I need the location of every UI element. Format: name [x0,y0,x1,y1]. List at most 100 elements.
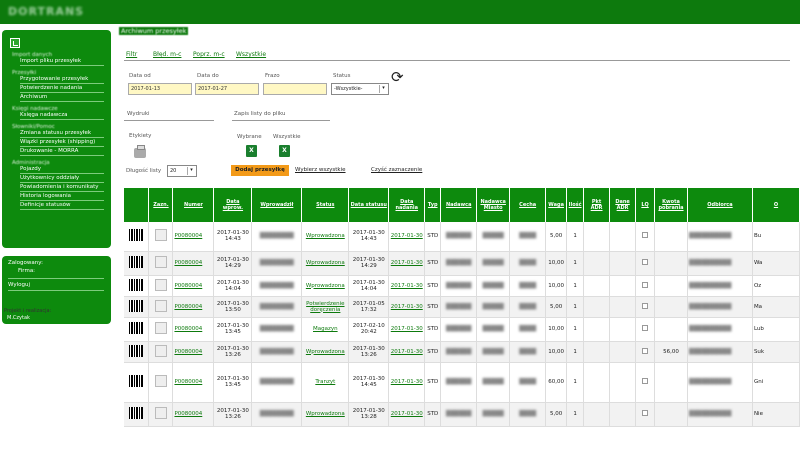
table-row[interactable]: P0080004 2017-01-30 14:04 ████████ Wprowadz… [124,275,800,297]
date-to-input[interactable]: 2017-01-27 [195,83,259,95]
barcode-icon[interactable] [129,256,144,268]
sidebar-item[interactable]: Import pliku przesyłek [20,58,104,66]
sidebar-item[interactable]: Księga nadawcza [20,112,104,120]
row-checkbox[interactable] [154,407,167,419]
sidebar-item[interactable]: Potwierdzenie nadania [20,85,104,93]
column-header[interactable]: Ilość [566,188,585,222]
barcode-cell[interactable] [124,317,150,342]
clear-selection-link[interactable]: Czyść zaznaczenie [371,167,422,173]
send-date-cell[interactable]: 2017-01-30 [388,362,426,403]
date-from-input[interactable]: 2017-01-13 [128,83,192,95]
table-row[interactable]: P0080004 2017-01-30 13:45 ████████ Tranzyt 2… [124,362,800,403]
select-cell[interactable] [148,296,174,318]
row-checkbox[interactable] [154,256,167,268]
sidebar-item[interactable]: Drukowanie - MORRA [20,148,104,156]
column-header[interactable]: Status [301,188,350,222]
sidebar-item[interactable]: Historia logowania [20,193,104,201]
lq-cell[interactable] [635,317,656,342]
barcode-icon[interactable] [129,375,144,387]
barcode-cell[interactable] [124,222,150,252]
select-cell[interactable] [148,341,174,363]
lq-checkbox[interactable] [642,378,649,384]
select-all-link[interactable]: Wybierz wszystkie [295,167,346,173]
column-header[interactable]: Wprowadził [251,188,303,222]
sidebar-item[interactable]: Archiwum [20,94,104,102]
number-cell[interactable]: P0080004 [172,222,215,252]
table-row[interactable]: P0080004 2017-01-30 14:43 ████████ Wprowadz… [124,222,800,252]
add-shipment-button[interactable]: Dodaj przesyłkę [231,165,289,176]
printer-icon[interactable] [134,145,146,158]
lq-cell[interactable] [635,341,656,363]
filter-current-month[interactable]: Błęd. m-c [153,51,181,58]
lq-cell[interactable] [635,222,656,252]
sidebar-item[interactable]: Powiadomienia i komunikaty [20,184,104,192]
column-header[interactable]: Data statusu [348,188,390,222]
barcode-cell[interactable] [124,402,150,427]
logout-link[interactable]: Wyloguj [8,282,30,288]
collapse-icon[interactable] [10,38,20,48]
row-checkbox[interactable] [154,375,167,387]
sidebar-item[interactable]: Użytkownicy oddziały [20,175,104,183]
table-row[interactable]: P0080004 2017-01-30 13:26 ████████ Wprowadz… [124,341,800,363]
column-header[interactable]: Dane ADR [609,188,637,222]
filter-all[interactable]: Wszystkie [236,51,266,58]
row-checkbox[interactable] [154,229,167,242]
sidebar-item[interactable]: Definicje statusów [20,202,104,210]
filter-previous-month[interactable]: Poprz. m-c [193,51,225,58]
number-cell[interactable]: P0080004 [172,402,215,427]
status-cell[interactable]: Wprowadzona [301,222,350,252]
number-cell[interactable]: P0080004 [172,362,215,403]
table-row[interactable]: P0080004 2017-01-30 14:29 ████████ Wprowadz… [124,251,800,276]
barcode-icon[interactable] [129,299,144,312]
sidebar-item[interactable]: Przygotowanie przesyłek [20,76,104,84]
column-header[interactable]: Kwota pobrania [654,188,688,222]
lq-cell[interactable] [635,251,656,276]
barcode-cell[interactable] [124,362,150,403]
barcode-icon[interactable] [129,229,144,242]
barcode-cell[interactable] [124,296,150,318]
barcode-cell[interactable] [124,341,150,363]
column-header[interactable]: Cecha [509,188,547,222]
column-header[interactable]: Waga [545,188,568,222]
excel-all-icon[interactable]: X [279,145,290,157]
refresh-icon[interactable]: ⟳ [391,69,407,85]
send-date-cell[interactable]: 2017-01-30 [388,317,426,342]
lq-cell[interactable] [635,275,656,297]
list-length-select[interactable]: 20 ▾ [167,165,197,177]
barcode-icon[interactable] [129,407,144,419]
row-checkbox[interactable] [154,299,167,312]
status-cell[interactable]: Tranzyt [301,362,350,403]
phrase-input[interactable] [263,83,327,95]
barcode-cell[interactable] [124,275,150,297]
row-checkbox[interactable] [154,322,167,334]
status-cell[interactable]: Wprowadzona [301,275,350,297]
column-header[interactable]: Pkt ADR [583,188,611,222]
sidebar-item[interactable]: Wiązki przesyłek (shipping) [20,139,104,147]
number-cell[interactable]: P0080004 [172,317,215,342]
column-header[interactable]: Zazn. [148,188,174,222]
send-date-cell[interactable]: 2017-01-30 [388,251,426,276]
send-date-cell[interactable]: 2017-01-30 [388,296,426,318]
send-date-cell[interactable]: 2017-01-30 [388,275,426,297]
excel-chosen-icon[interactable]: X [246,145,257,157]
row-checkbox[interactable] [154,278,167,291]
select-cell[interactable] [148,222,174,252]
select-cell[interactable] [148,402,174,427]
lq-checkbox[interactable] [642,410,649,416]
table-row[interactable]: P0080004 2017-01-30 13:50 ████████ Potwierd… [124,296,800,318]
column-header[interactable]: Odbiorca [687,188,753,222]
send-date-cell[interactable]: 2017-01-30 [388,402,426,427]
lq-checkbox[interactable] [642,325,649,331]
lq-checkbox[interactable] [642,259,649,265]
status-cell[interactable]: Potwierdzenie doręczenia [301,296,350,318]
select-cell[interactable] [148,362,174,403]
lq-cell[interactable] [635,362,656,403]
number-cell[interactable]: P0080004 [172,341,215,363]
number-cell[interactable]: P0080004 [172,296,215,318]
lq-checkbox[interactable] [642,232,649,239]
select-cell[interactable] [148,251,174,276]
column-header[interactable]: Typ [424,188,442,222]
lq-cell[interactable] [635,296,656,318]
barcode-cell[interactable] [124,251,150,276]
lq-checkbox[interactable] [642,281,649,288]
